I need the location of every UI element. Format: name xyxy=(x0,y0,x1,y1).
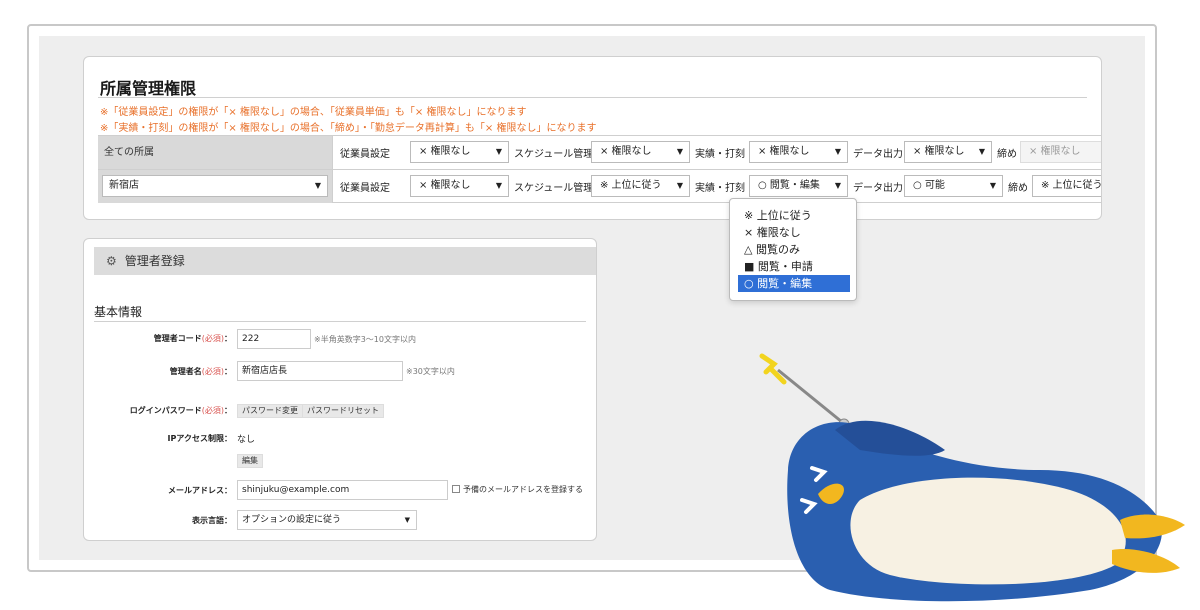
caret-down-icon: ▼ xyxy=(495,147,502,156)
admin-name-label: 管理者名(必須)： xyxy=(169,367,232,376)
caret-down-icon: ▼ xyxy=(676,181,683,190)
dropdown-option[interactable]: × 権限なし xyxy=(730,224,856,241)
panel-header: ⚙ 管理者登録 xyxy=(94,247,596,275)
language-select[interactable]: オプションの設定に従う ▼ xyxy=(237,510,417,530)
select-value: 新宿店 xyxy=(109,180,139,191)
perm-select-employee[interactable]: × 権限なし ▼ xyxy=(410,141,509,163)
perm-select-employee[interactable]: × 権限なし ▼ xyxy=(410,175,509,197)
title-divider xyxy=(98,97,1087,98)
dropdown-option[interactable]: ※ 上位に従う xyxy=(730,207,856,224)
spare-email-label: 予備のメールアドレスを登録する xyxy=(463,485,583,494)
admin-registration-panel: ⚙ 管理者登録 基本情報 管理者コード(必須)： 222 ※半角英数字3～10文字… xyxy=(83,238,597,541)
gear-icon: ⚙ xyxy=(106,254,117,268)
admin-code-hint: ※半角英数字3～10文字以内 xyxy=(314,335,416,344)
caret-down-icon: ▼ xyxy=(495,181,502,190)
panel-header-title: 管理者登録 xyxy=(124,254,185,268)
note-record-stamp: ※「実績・打刻」の権限が「× 権限なし」の場合、「締め」・「勤怠データ再計算」も… xyxy=(100,123,597,134)
perm-label-data-output: データ出力 xyxy=(853,183,903,194)
caret-down-icon: ▼ xyxy=(676,147,683,156)
perm-select-data-output[interactable]: × 権限なし ▼ xyxy=(904,141,992,163)
divider xyxy=(332,170,333,203)
divider xyxy=(332,136,333,169)
ip-restriction-label: IPアクセス制限： xyxy=(167,434,232,443)
admin-code-label: 管理者コード(必須)： xyxy=(153,334,232,343)
affiliation-select[interactable]: 新宿店 ▼ xyxy=(102,175,328,197)
required-mark: (必須) xyxy=(201,406,224,415)
perm-select-schedule[interactable]: × 権限なし ▼ xyxy=(591,141,690,163)
select-value: × 権限なし xyxy=(600,146,652,157)
select-value: ○ 閲覧・編集 xyxy=(758,180,820,191)
required-mark: (必須) xyxy=(201,334,224,343)
perm-label-employee: 従業員設定 xyxy=(340,149,390,160)
dropdown-option[interactable]: ■ 閲覧・申請 xyxy=(730,258,856,275)
email-label: メールアドレス： xyxy=(168,486,232,495)
perm-select-schedule[interactable]: ※ 上位に従う ▼ xyxy=(591,175,690,197)
perm-label-schedule: スケジュール管理 xyxy=(514,183,594,194)
sparkle-mark xyxy=(759,353,787,385)
perm-label-employee: 従業員設定 xyxy=(340,183,390,194)
select-value: × 権限なし xyxy=(1029,146,1081,157)
password-change-button[interactable]: パスワード変更 xyxy=(237,404,303,418)
affiliation-label: 全ての所属 xyxy=(98,136,332,169)
perm-label-data-output: データ出力 xyxy=(853,149,903,160)
label-text: 管理者名 xyxy=(169,367,202,376)
select-value: × 権限なし xyxy=(419,180,471,191)
affiliation-cell: 新宿店 ▼ xyxy=(98,170,332,203)
caret-down-icon: ▼ xyxy=(834,147,841,156)
permission-dropdown-menu: ※ 上位に従う × 権限なし △ 閲覧のみ ■ 閲覧・申請 ○ 閲覧・編集 xyxy=(729,198,857,301)
penguin-foot xyxy=(1120,514,1185,539)
password-label: ログインパスワード(必須)： xyxy=(129,406,232,415)
perm-label-schedule: スケジュール管理 xyxy=(514,149,594,160)
perm-label-record: 実績・打刻 xyxy=(695,183,745,194)
select-value: × 権限なし xyxy=(913,146,965,157)
ip-edit-button[interactable]: 編集 xyxy=(237,454,263,468)
perm-select-close[interactable]: ※ 上位に従う xyxy=(1032,175,1102,197)
label-text: 管理者コード xyxy=(153,334,202,343)
label-text: ログインパスワード xyxy=(129,406,202,415)
spare-email-checkbox[interactable] xyxy=(452,485,460,493)
select-value: × 権限なし xyxy=(419,146,471,157)
select-value: ※ 上位に従う xyxy=(1041,180,1102,191)
perm-select-close: × 権限なし xyxy=(1020,141,1101,163)
section-title: 基本情報 xyxy=(94,305,143,319)
dropdown-option-selected[interactable]: ○ 閲覧・編集 xyxy=(738,275,850,292)
perm-label-close: 締め xyxy=(1008,183,1028,194)
caret-down-icon: ▼ xyxy=(314,181,321,190)
affiliation-permission-panel: 所属管理権限 ※「従業員設定」の権限が「× 権限なし」の場合、「従業員単価」も「… xyxy=(83,56,1102,220)
admin-name-hint: ※30文字以内 xyxy=(406,367,455,376)
select-value: オプションの設定に従う xyxy=(242,515,342,525)
perm-label-close: 締め xyxy=(997,149,1017,160)
select-value: × 権限なし xyxy=(758,146,810,157)
ip-restriction-value: なし xyxy=(237,435,256,445)
perm-select-data-output[interactable]: ○ 可能 ▼ xyxy=(904,175,1003,197)
dropdown-option[interactable]: △ 閲覧のみ xyxy=(730,241,856,258)
pointer-stick xyxy=(777,368,843,424)
password-reset-button[interactable]: パスワードリセット xyxy=(302,404,384,418)
required-mark: (必須) xyxy=(201,367,224,376)
section-divider xyxy=(94,321,586,322)
note-employee-setting: ※「従業員設定」の権限が「× 権限なし」の場合、「従業員単価」も「× 権限なし」… xyxy=(100,107,527,118)
caret-down-icon: ▼ xyxy=(978,147,985,156)
select-value: ○ 可能 xyxy=(913,180,945,191)
permission-row-store: 新宿店 ▼ 従業員設定 × 権限なし ▼ スケジュール管理 ※ 上位に従う ▼ 実績・… xyxy=(98,169,1102,203)
panel-title: 所属管理権限 xyxy=(100,79,197,98)
caret-down-icon: ▼ xyxy=(989,181,996,190)
admin-code-input[interactable]: 222 xyxy=(237,329,311,349)
perm-select-record[interactable]: × 権限なし ▼ xyxy=(749,141,848,163)
label-text: IPアクセス制限 xyxy=(167,434,224,443)
permission-row-all: 全ての所属 従業員設定 × 権限なし ▼ スケジュール管理 × 権限なし ▼ 実績・… xyxy=(98,135,1101,169)
label-text: メールアドレス xyxy=(168,486,224,495)
label-text: 表示言語 xyxy=(192,516,224,525)
penguin-mascot-illustration xyxy=(759,353,1185,602)
caret-down-icon: ▼ xyxy=(404,516,410,524)
email-input[interactable]: shinjuku@example.com xyxy=(237,480,448,500)
perm-label-record: 実績・打刻 xyxy=(695,149,745,160)
language-label: 表示言語： xyxy=(192,516,232,525)
select-value: ※ 上位に従う xyxy=(600,180,662,191)
caret-down-icon: ▼ xyxy=(834,181,841,190)
admin-name-input[interactable]: 新宿店店長 xyxy=(237,361,403,381)
perm-select-record[interactable]: ○ 閲覧・編集 ▼ xyxy=(749,175,848,197)
